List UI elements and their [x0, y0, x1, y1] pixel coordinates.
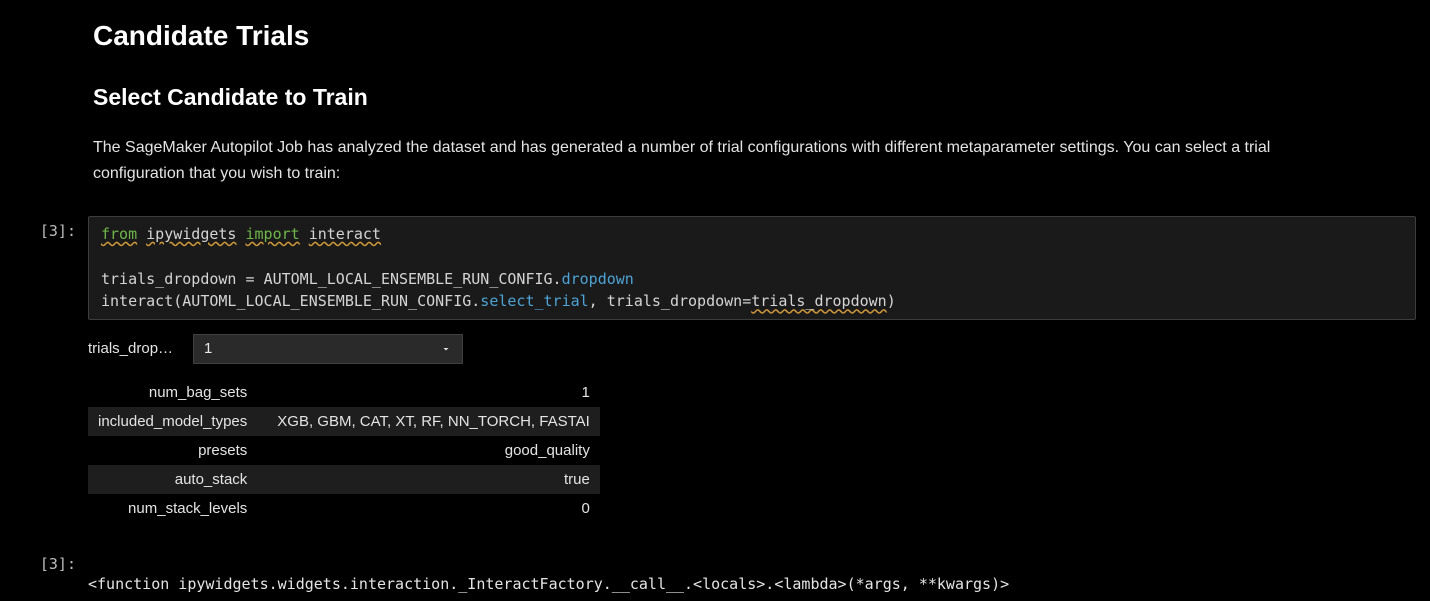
dropdown-widget-row: trials_drop… 1: [88, 334, 1416, 364]
module-name: ipywidgets: [146, 225, 236, 243]
section-subtitle: Select Candidate to Train: [93, 84, 1430, 111]
dropdown-label: trials_drop…: [88, 340, 183, 357]
input-prompt: [3]:: [0, 216, 88, 240]
page-title: Candidate Trials: [93, 20, 1430, 52]
chevron-down-icon: [440, 343, 452, 355]
kwarg-name: trials_dropdown: [607, 292, 742, 310]
param-val: 0: [257, 494, 600, 523]
code-input-cell[interactable]: from ipywidgets import interact trials_d…: [88, 216, 1416, 320]
attr-dropdown: dropdown: [562, 270, 634, 288]
table-row: auto_stack true: [88, 465, 600, 494]
param-val: 1: [257, 378, 600, 407]
var-trials-dropdown: trials_dropdown: [101, 270, 236, 288]
table-row: presets good_quality: [88, 436, 600, 465]
output-prompt: [3]:: [0, 549, 88, 573]
section-description: The SageMaker Autopilot Job has analyzed…: [93, 135, 1350, 188]
config-const: AUTOML_LOCAL_ENSEMBLE_RUN_CONFIG: [264, 270, 553, 288]
table-row: included_model_types XGB, GBM, CAT, XT, …: [88, 407, 600, 436]
config-const-2: AUTOML_LOCAL_ENSEMBLE_RUN_CONFIG: [182, 292, 471, 310]
call-interact: interact: [101, 292, 173, 310]
kwarg-value: trials_dropdown: [751, 292, 886, 310]
params-table: num_bag_sets 1 included_model_types XGB,…: [88, 378, 600, 523]
keyword-from: from: [101, 225, 137, 243]
param-key: num_bag_sets: [88, 378, 257, 407]
param-val: good_quality: [257, 436, 600, 465]
import-name: interact: [309, 225, 381, 243]
output-repr: <function ipywidgets.widgets.interaction…: [88, 575, 1430, 593]
trials-dropdown[interactable]: 1: [193, 334, 463, 364]
table-row: num_stack_levels 0: [88, 494, 600, 523]
table-row: num_bag_sets 1: [88, 378, 600, 407]
keyword-import: import: [246, 225, 300, 243]
attr-select-trial: select_trial: [480, 292, 588, 310]
param-key: included_model_types: [88, 407, 257, 436]
param-key: auto_stack: [88, 465, 257, 494]
param-val: true: [257, 465, 600, 494]
param-key: num_stack_levels: [88, 494, 257, 523]
param-val: XGB, GBM, CAT, XT, RF, NN_TORCH, FASTAI: [257, 407, 600, 436]
param-key: presets: [88, 436, 257, 465]
dropdown-selected-value: 1: [204, 340, 212, 357]
